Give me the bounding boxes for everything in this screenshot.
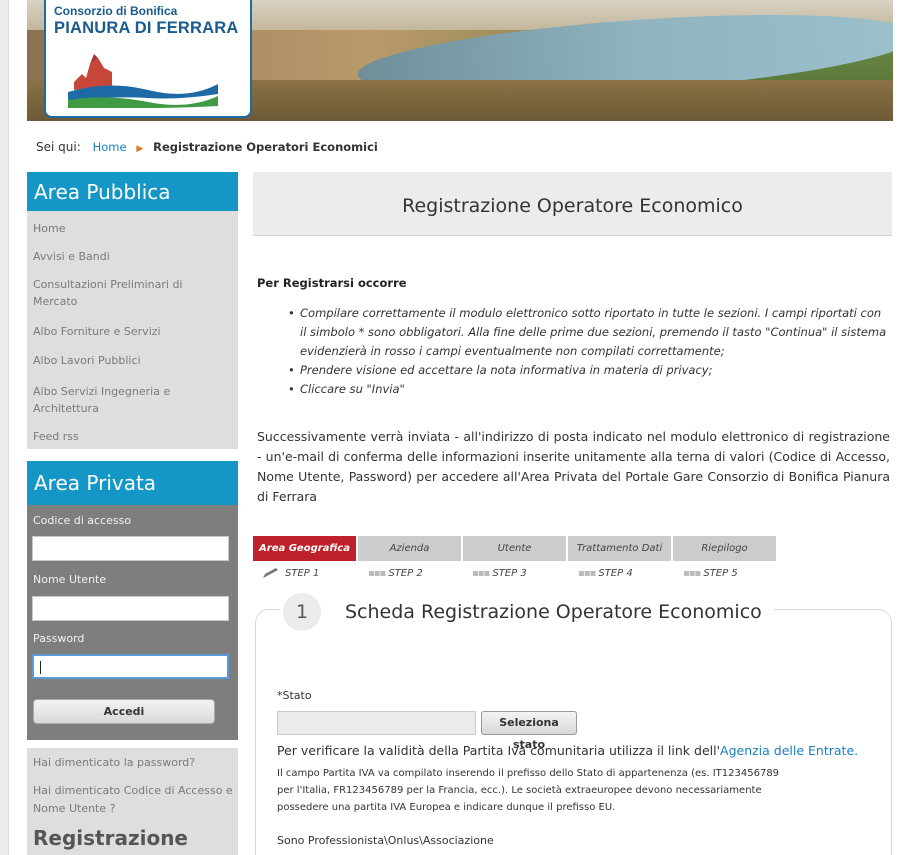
sidebar-public-title: Area Pubblica bbox=[27, 172, 238, 211]
sidebar-item-home[interactable]: Home bbox=[27, 220, 71, 237]
username-label: Nome Utente bbox=[33, 573, 107, 586]
breadcrumb-prefix: Sei qui: bbox=[36, 140, 81, 154]
text-caret bbox=[40, 661, 41, 674]
forgot-code-link[interactable]: Hai dimenticato Codice di Accesso e Nome… bbox=[33, 782, 238, 818]
registration-card-title: Scheda Registrazione Operatore Economico bbox=[345, 601, 762, 623]
sidebar-item-lavori[interactable]: Albo Lavori Pubblici bbox=[27, 352, 147, 369]
dots-icon: ▪▪▪ bbox=[578, 568, 596, 579]
breadcrumb-home-link[interactable]: Home bbox=[93, 140, 127, 154]
password-input[interactable] bbox=[32, 654, 229, 679]
step-label-2: ▪▪▪ STEP 2 bbox=[368, 568, 423, 579]
list-item: Cliccare su "Invia" bbox=[288, 380, 888, 399]
page-title: Registrazione Operatore Economico bbox=[253, 172, 892, 236]
select-state-button[interactable]: Seleziona stato bbox=[481, 711, 577, 751]
sidebar-help-links: Hai dimenticato la password? Hai dimenti… bbox=[27, 748, 238, 855]
password-label: Password bbox=[33, 632, 85, 645]
sidebar-item-avvisi[interactable]: Avvisi e Bandi bbox=[27, 248, 116, 265]
sidebar-item-forniture[interactable]: Albo Forniture e Servizi bbox=[27, 323, 167, 340]
breadcrumb-separator-icon: ▶ bbox=[136, 144, 144, 154]
consorzio-logo[interactable]: Consorzio di Bonifica PIANURA DI FERRARA bbox=[44, 0, 252, 118]
sidebar-public-menu: Home Avvisi e Bandi Consultazioni Prelim… bbox=[27, 211, 238, 449]
tab-trattamento-dati[interactable]: Trattamento Dati bbox=[568, 536, 671, 561]
logo-graphic-icon bbox=[68, 54, 218, 108]
vat-verify-text: Per verificare la validità della Partita… bbox=[277, 743, 859, 758]
code-label: Codice di accesso bbox=[33, 514, 132, 527]
stato-input[interactable] bbox=[277, 711, 476, 735]
dots-icon: ▪▪▪ bbox=[472, 568, 490, 579]
tab-azienda[interactable]: Azienda bbox=[358, 536, 461, 561]
breadcrumb-current: Registrazione Operatori Economici bbox=[153, 140, 378, 154]
requirements-heading: Per Registrarsi occorre bbox=[257, 276, 407, 290]
page-frame-edge bbox=[0, 0, 9, 855]
pencil-icon bbox=[263, 568, 278, 578]
step-number-badge: 1 bbox=[283, 593, 321, 631]
breadcrumb: Sei qui: Home ▶ Registrazione Operatori … bbox=[36, 140, 378, 154]
dots-icon: ▪▪▪ bbox=[683, 568, 701, 579]
username-input[interactable] bbox=[32, 596, 229, 621]
step-label-5: ▪▪▪ STEP 5 bbox=[683, 568, 738, 579]
code-input[interactable] bbox=[32, 536, 229, 561]
tab-riepilogo[interactable]: Riepilogo bbox=[673, 536, 776, 561]
requirements-list: Compilare correttamente il modulo elettr… bbox=[288, 304, 888, 399]
list-item: Compilare correttamente il modulo elettr… bbox=[288, 304, 888, 361]
agenzia-entrate-link[interactable]: Agenzia delle Entrate. bbox=[720, 743, 858, 758]
registration-card-header: 1 Scheda Registrazione Operatore Economi… bbox=[279, 593, 774, 631]
step-label-4: ▪▪▪ STEP 4 bbox=[578, 568, 633, 579]
sidebar-private-title: Area Privata bbox=[27, 461, 238, 505]
sidebar-item-consultazioni[interactable]: Consultazioni Preliminari di Mercato bbox=[27, 276, 217, 310]
step-label-1: STEP 1 bbox=[285, 568, 320, 579]
sidebar-item-feed[interactable]: Feed rss bbox=[27, 428, 85, 445]
login-button[interactable]: Accedi bbox=[33, 699, 215, 724]
list-item: Prendere visione ed accettare la nota in… bbox=[288, 361, 888, 380]
vat-note: Il campo Partita IVA va compilato insere… bbox=[277, 768, 780, 813]
tab-utente[interactable]: Utente bbox=[463, 536, 566, 561]
dots-icon: ▪▪▪ bbox=[368, 568, 386, 579]
step-label-3: ▪▪▪ STEP 3 bbox=[472, 568, 527, 579]
stato-label: *Stato bbox=[277, 689, 312, 702]
sidebar-item-ingegneria[interactable]: Albo Servizi Ingegneria e Architettura bbox=[27, 383, 207, 417]
forgot-password-link[interactable]: Hai dimenticato la password? bbox=[33, 754, 195, 772]
wizard-tabs: Area Geografica Azienda Utente Trattamen… bbox=[253, 536, 778, 561]
login-panel: Codice di accesso Nome Utente Password A… bbox=[27, 505, 238, 740]
tab-area-geografica[interactable]: Area Geografica bbox=[253, 536, 356, 561]
professional-label: Sono Professionista\Onlus\Associazione bbox=[277, 834, 494, 847]
info-paragraph: Successivamente verrà inviata - all'indi… bbox=[257, 429, 890, 504]
register-heading[interactable]: Registrazione bbox=[33, 826, 188, 850]
